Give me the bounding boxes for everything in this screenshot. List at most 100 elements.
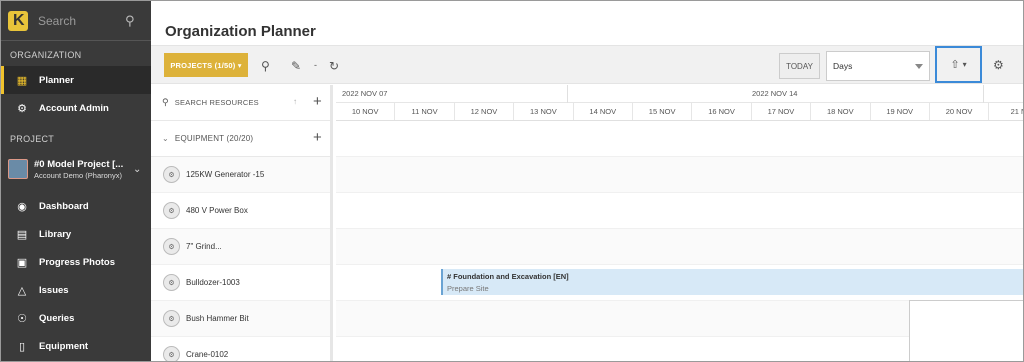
day-column-header[interactable]: 11 NOV — [395, 103, 455, 120]
search-icon: ⚲ — [162, 97, 169, 107]
projects-filter-label: PROJECTS (1/50) — [170, 60, 236, 70]
day-column-header[interactable]: 13 NOV — [514, 103, 574, 120]
chevron-down-icon[interactable]: ⌄ — [162, 134, 169, 143]
project-account: Account Demo (Pharonyx) — [34, 170, 122, 180]
resource-row[interactable]: ⚙ 480 V Power Box — [151, 193, 330, 229]
project-selector[interactable]: #0 Model Project [... Account Demo (Phar… — [1, 151, 151, 187]
calendar-row[interactable] — [336, 193, 1023, 229]
sidebar: K Search ⚲ ORGANIZATION ▦ Planner ⚙ Acco… — [1, 1, 151, 361]
pencil-icon[interactable]: ✎ — [291, 59, 301, 73]
day-column-header[interactable]: 12 NOV — [455, 103, 515, 120]
dashboard-icon: ◉ — [17, 200, 27, 213]
sidebar-item-progress-photos[interactable]: ▣ Progress Photos — [1, 248, 151, 276]
sidebar-item-queries[interactable]: ☉ Queries — [1, 304, 151, 332]
sidebar-item-label: Equipment — [39, 340, 89, 352]
add-resource-icon[interactable]: + — [313, 93, 322, 110]
resource-list: ⚙ 125KW Generator -15 ⚙ 480 V Power Box ⚙ 7… — [151, 157, 330, 361]
sidebar-search-input[interactable]: Search — [38, 14, 125, 28]
sidebar-item-planner[interactable]: ▦ Planner — [1, 66, 151, 94]
add-equipment-icon[interactable]: + — [313, 129, 322, 146]
view-mode-value: Days — [833, 61, 853, 71]
equipment-icon: ⚙ — [163, 310, 180, 327]
sidebar-item-label: Issues — [39, 284, 69, 296]
today-button[interactable]: TODAY — [779, 53, 820, 79]
section-label-organization: ORGANIZATION — [10, 50, 82, 60]
task-subtitle: Prepare Site — [447, 284, 489, 293]
search-icon[interactable]: ⚲ — [261, 59, 270, 73]
day-column-header[interactable]: 17 NOV — [752, 103, 812, 120]
day-column-header[interactable]: 15 NOV — [633, 103, 693, 120]
equipment-icon: ⚙ — [163, 238, 180, 255]
barcode-icon: ▯ — [18, 340, 26, 353]
equipment-icon: ⚙ — [163, 346, 180, 361]
caret-down-icon: ▾ — [237, 60, 242, 70]
day-column-header[interactable]: 16 NOV — [692, 103, 752, 120]
sidebar-item-account-admin[interactable]: ⚙ Account Admin — [1, 94, 151, 122]
logo-letter: K — [13, 11, 25, 29]
resource-label: Bulldozer-1003 — [186, 278, 240, 287]
projects-filter-button[interactable]: PROJECTS (1/50) ▾ — [164, 53, 248, 77]
calendar-row[interactable] — [336, 157, 1023, 193]
search-resources-label: SEARCH RESOURCES — [174, 98, 259, 107]
search-icon[interactable]: ⚲ — [125, 13, 143, 29]
sidebar-item-issues[interactable]: △ Issues — [1, 276, 151, 304]
sidebar-item-label: Dashboard — [39, 200, 89, 212]
equipment-group[interactable]: ⌄ EQUIPMENT (20/20) + — [151, 121, 330, 157]
calendar-row[interactable] — [336, 229, 1023, 265]
separator-dash: - — [314, 60, 317, 70]
day-column-header[interactable]: 14 NOV — [574, 103, 633, 120]
sidebar-item-dashboard[interactable]: ◉ Dashboard — [1, 192, 151, 220]
share-icon: ⇧ — [950, 59, 960, 71]
day-column-header[interactable]: 21 N — [989, 103, 1023, 120]
day-column-header[interactable]: 10 NOV — [336, 103, 396, 120]
library-icon: ▤ — [16, 228, 28, 241]
group-label: EQUIPMENT (20/20) — [174, 134, 254, 143]
calendar-grid: 2022 NOV 07 2022 NOV 14 10 NOV 11 NOV 12… — [336, 85, 1023, 361]
sidebar-header: K Search ⚲ — [1, 1, 151, 41]
view-mode-select[interactable]: Days — [826, 51, 930, 81]
equipment-icon: ⚙ — [163, 274, 180, 291]
day-header-row: 10 NOV 11 NOV 12 NOV 13 NOV 14 NOV 15 NO… — [336, 103, 1023, 121]
app-logo[interactable]: K — [8, 10, 28, 31]
resources-panel: ⚲ SEARCH RESOURCES ↑ + ⌄ EQUIPMENT (20/2… — [151, 85, 333, 361]
sidebar-item-library[interactable]: ▤ Library — [1, 220, 151, 248]
resource-label: Bush Hammer Bit — [186, 314, 249, 323]
sidebar-item-label: Progress Photos — [39, 256, 116, 268]
day-column-header[interactable]: 20 NOV — [930, 103, 990, 120]
sidebar-item-equipment[interactable]: ▯ Equipment — [1, 332, 151, 360]
sidebar-item-label: Queries — [39, 312, 75, 324]
equipment-icon: ⚙ — [163, 166, 180, 183]
resource-row[interactable]: ⚙ 125KW Generator -15 — [151, 157, 330, 193]
warning-icon: △ — [17, 284, 27, 297]
caret-down-icon — [915, 64, 923, 69]
sidebar-item-label: Account Admin — [39, 102, 109, 114]
resource-label: 125KW Generator -15 — [186, 170, 265, 179]
resource-row[interactable]: ⚙ Crane-0102 — [151, 337, 330, 361]
day-column-header[interactable]: 18 NOV — [811, 103, 871, 120]
equipment-icon: ⚙ — [163, 202, 180, 219]
toolbar-right — [1019, 45, 1023, 84]
toolbar: PROJECTS (1/50) ▾ ⚲ ✎ - ↻ TODAY Days — [151, 45, 1019, 84]
resource-row[interactable]: ⚙ Bush Hammer Bit — [151, 301, 330, 337]
page-title: Organization Planner — [165, 23, 316, 40]
week-divider — [567, 85, 568, 103]
week-label: 2022 NOV 07 — [342, 89, 388, 98]
caret-down-icon: ▾ — [962, 60, 967, 69]
chevron-down-icon[interactable]: ⌄ — [133, 164, 151, 175]
location-pin-icon: ☉ — [17, 312, 27, 325]
day-column-header[interactable]: 19 NOV — [871, 103, 930, 120]
export-button[interactable]: ⇧ ▾ — [935, 46, 982, 83]
project-avatar — [8, 159, 28, 179]
calendar-row[interactable] — [336, 121, 1023, 157]
task-bar[interactable]: # Foundation and Excavation [EN] Prepare… — [441, 269, 1023, 295]
sidebar-item-label: Planner — [39, 74, 74, 86]
resource-label: Crane-0102 — [186, 350, 229, 359]
popup-panel — [909, 300, 1023, 361]
gear-icon[interactable]: ⚙ — [993, 58, 1004, 72]
refresh-icon[interactable]: ↻ — [329, 59, 339, 73]
resource-row[interactable]: ⚙ Bulldozer-1003 — [151, 265, 330, 301]
calendar-icon: ▦ — [16, 74, 28, 87]
search-resources[interactable]: ⚲ SEARCH RESOURCES ↑ + — [151, 85, 330, 121]
sort-arrow-icon[interactable]: ↑ — [293, 97, 297, 106]
resource-row[interactable]: ⚙ 7" Grind... — [151, 229, 330, 265]
